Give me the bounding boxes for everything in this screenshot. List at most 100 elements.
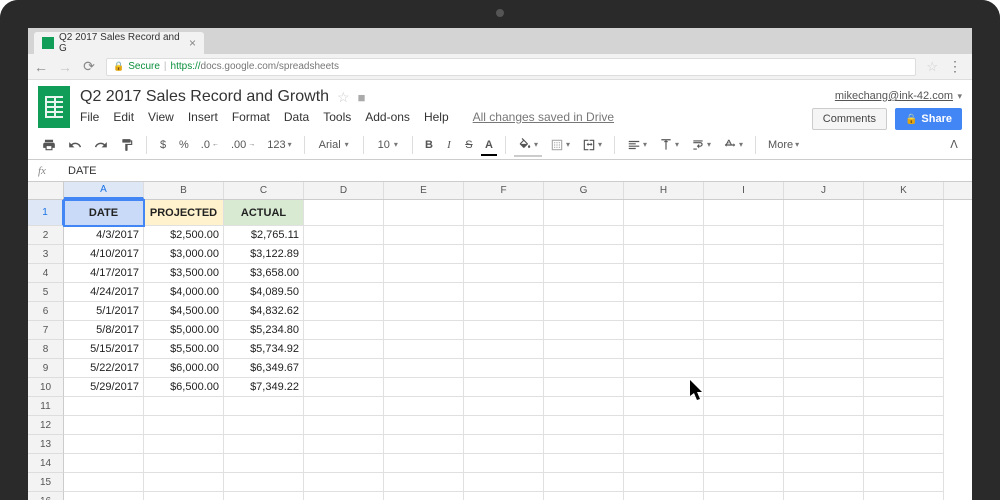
row-header-15[interactable]: 15 [28,473,64,492]
font-family-select[interactable]: Arial▾ [313,137,355,153]
cell-actual[interactable]: $5,734.92 [224,340,304,359]
percent-button[interactable]: % [175,136,193,154]
cell[interactable] [464,264,544,283]
cell[interactable] [544,435,624,454]
bookmark-star-icon[interactable]: ☆ [926,59,938,75]
cell[interactable] [304,264,384,283]
cell[interactable] [624,245,704,264]
cell[interactable] [544,416,624,435]
cell[interactable] [704,397,784,416]
cell[interactable] [864,283,944,302]
cell[interactable] [464,302,544,321]
cell[interactable] [704,302,784,321]
cell[interactable] [64,492,144,500]
menu-addons[interactable]: Add-ons [365,110,410,124]
cell[interactable] [864,321,944,340]
decrease-decimal-button[interactable]: .0← [197,136,223,154]
cell[interactable] [464,283,544,302]
reload-icon[interactable]: ⟳ [82,58,96,75]
back-icon[interactable]: ← [34,59,48,75]
cell-date[interactable]: 5/8/2017 [64,321,144,340]
currency-button[interactable]: $ [155,136,171,154]
cell[interactable] [864,454,944,473]
cell[interactable] [704,435,784,454]
cell[interactable] [864,264,944,283]
cell[interactable] [464,321,544,340]
cell[interactable] [544,340,624,359]
cell[interactable] [384,435,464,454]
cell[interactable] [144,454,224,473]
cell[interactable] [624,435,704,454]
cell[interactable] [144,492,224,500]
cell[interactable] [144,416,224,435]
cell[interactable] [704,340,784,359]
menu-view[interactable]: View [148,110,174,124]
row-header-14[interactable]: 14 [28,454,64,473]
cell[interactable] [384,264,464,283]
menu-edit[interactable]: Edit [113,110,134,124]
cell[interactable] [544,359,624,378]
cell[interactable] [624,264,704,283]
cell[interactable] [784,397,864,416]
cell[interactable] [64,473,144,492]
cell[interactable] [624,378,704,397]
cell[interactable] [304,283,384,302]
cell[interactable] [64,416,144,435]
cell[interactable] [864,378,944,397]
cell[interactable] [304,226,384,245]
cell-projected[interactable]: $3,500.00 [144,264,224,283]
column-header-H[interactable]: H [624,182,704,199]
row-header-9[interactable]: 9 [28,359,64,378]
column-header-F[interactable]: F [464,182,544,199]
cell[interactable] [384,378,464,397]
cell[interactable] [384,492,464,500]
cell[interactable] [544,321,624,340]
cell[interactable] [784,302,864,321]
folder-icon[interactable]: ■ [358,90,366,105]
cell[interactable] [624,226,704,245]
cell[interactable] [704,492,784,500]
cell[interactable] [864,492,944,500]
cell[interactable] [784,416,864,435]
cell[interactable] [224,492,304,500]
cell[interactable] [704,321,784,340]
row-header-7[interactable]: 7 [28,321,64,340]
cell[interactable] [464,454,544,473]
cell[interactable] [864,416,944,435]
save-status[interactable]: All changes saved in Drive [473,110,614,124]
cell[interactable] [544,302,624,321]
cell[interactable] [464,359,544,378]
column-header-E[interactable]: E [384,182,464,199]
user-menu-arrow-icon[interactable]: ▾ [957,91,962,101]
star-icon[interactable]: ☆ [337,89,350,106]
cell[interactable] [384,397,464,416]
row-header-13[interactable]: 13 [28,435,64,454]
cell[interactable] [304,416,384,435]
cell[interactable] [384,473,464,492]
cell[interactable] [784,492,864,500]
cell-actual[interactable]: $3,658.00 [224,264,304,283]
cell[interactable] [864,340,944,359]
header-cell-actual[interactable]: ACTUAL [224,200,304,226]
menu-data[interactable]: Data [284,110,309,124]
cell[interactable] [304,473,384,492]
cell[interactable] [304,397,384,416]
row-header-12[interactable]: 12 [28,416,64,435]
borders-button[interactable]: ▾ [546,135,574,155]
menu-format[interactable]: Format [232,110,270,124]
cell[interactable] [784,321,864,340]
cell[interactable] [544,473,624,492]
font-size-select[interactable]: 10▾ [372,137,404,153]
cell-date[interactable]: 5/15/2017 [64,340,144,359]
document-title[interactable]: Q2 2017 Sales Record and Growth [80,88,329,106]
cell-projected[interactable]: $3,000.00 [144,245,224,264]
cell[interactable] [144,397,224,416]
horizontal-align-button[interactable]: ▾ [623,135,651,155]
cell[interactable] [784,473,864,492]
cell-actual[interactable]: $7,349.22 [224,378,304,397]
cell[interactable] [384,200,464,226]
cell[interactable] [384,340,464,359]
cell[interactable] [784,454,864,473]
cell[interactable] [224,416,304,435]
text-wrap-button[interactable]: ▾ [687,135,715,155]
